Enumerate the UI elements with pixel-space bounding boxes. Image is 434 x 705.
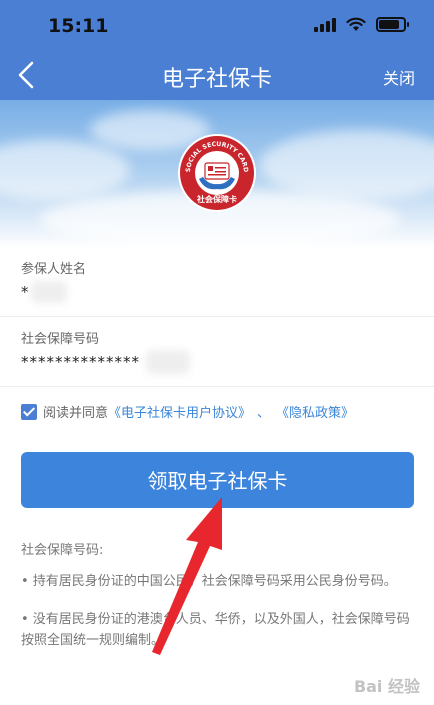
privacy-policy-link[interactable]: 《隐私政策》 bbox=[276, 402, 354, 421]
battery-icon bbox=[376, 16, 409, 32]
status-bar: 15:11 bbox=[0, 0, 434, 50]
name-value: * bbox=[21, 283, 30, 301]
page-title: 电子社保卡 bbox=[161, 67, 272, 92]
agreement-row: 阅读并同意 《电子社保卡用户协议》 、 《隐私政策》 bbox=[21, 402, 354, 421]
hero-banner: SOCIAL SECURITY CARD 社会保障卡 bbox=[0, 100, 434, 248]
agreement-checkbox[interactable] bbox=[21, 403, 37, 420]
info-title: 社会保障号码: bbox=[21, 543, 104, 558]
wifi-icon bbox=[346, 17, 366, 31]
name-redaction bbox=[31, 281, 67, 303]
info-item: • 持有居民身份证的中国公民，社会保障号码采用公民身份号码。 bbox=[21, 574, 397, 589]
watermark: Bai 经验 bbox=[353, 677, 420, 696]
agreement-prefix: 阅读并同意 bbox=[43, 406, 109, 421]
nav-bar: 电子社保卡 关闭 bbox=[0, 50, 434, 100]
id-label: 社会保障号码 bbox=[21, 332, 100, 347]
social-security-card-logo: SOCIAL SECURITY CARD 社会保障卡 bbox=[178, 134, 256, 212]
claim-card-button[interactable]: 领取电子社保卡 bbox=[21, 452, 414, 508]
user-agreement-link[interactable]: 《电子社保卡用户协议》 bbox=[108, 402, 251, 421]
close-button[interactable]: 关闭 bbox=[383, 65, 415, 89]
logo-bottom-text: 社会保障卡 bbox=[196, 194, 237, 204]
divider bbox=[0, 386, 434, 387]
status-icons bbox=[314, 16, 409, 32]
id-redaction bbox=[146, 350, 190, 374]
name-label: 参保人姓名 bbox=[21, 262, 87, 277]
id-value: ************** bbox=[21, 353, 140, 371]
status-time: 15:11 bbox=[48, 15, 109, 37]
divider bbox=[0, 316, 434, 317]
agreement-separator: 、 bbox=[257, 406, 271, 421]
info-item: • 没有居民身份证的港澳台人员、华侨，以及外国人，社会保障号码按照全国统一规则编… bbox=[21, 612, 410, 648]
cellular-signal-icon bbox=[314, 16, 336, 32]
